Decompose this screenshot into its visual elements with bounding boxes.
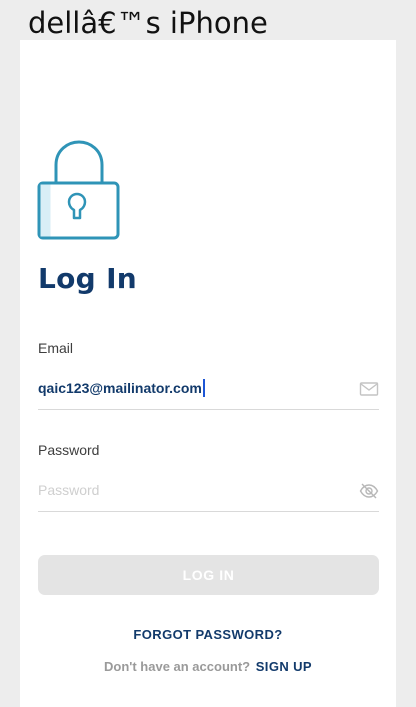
page-title: Log In (38, 262, 138, 295)
envelope-icon (359, 382, 379, 396)
email-label: Email (38, 340, 74, 356)
password-input[interactable] (38, 478, 338, 502)
phone-screen: Log In Email qaic123@mailinator.com Pass… (20, 40, 396, 707)
email-value[interactable]: qaic123@mailinator.com (38, 380, 202, 396)
login-button[interactable]: LOG IN (38, 555, 379, 595)
window-title: dellâ€™s iPhone (28, 6, 268, 40)
password-label: Password (38, 442, 100, 458)
email-field-value-wrap[interactable]: qaic123@mailinator.com (38, 379, 205, 397)
lock-icon (37, 140, 120, 240)
eye-off-icon[interactable] (359, 481, 379, 501)
password-field[interactable] (38, 472, 379, 512)
signup-prompt: Don't have an account? (103, 659, 251, 674)
forgot-password-link[interactable]: FORGOT PASSWORD? (20, 627, 396, 642)
signup-row: Don't have an account? SIGN UP (20, 659, 396, 674)
email-field[interactable]: qaic123@mailinator.com (38, 370, 379, 410)
signup-link[interactable]: SIGN UP (256, 659, 312, 674)
text-caret (202, 379, 205, 397)
